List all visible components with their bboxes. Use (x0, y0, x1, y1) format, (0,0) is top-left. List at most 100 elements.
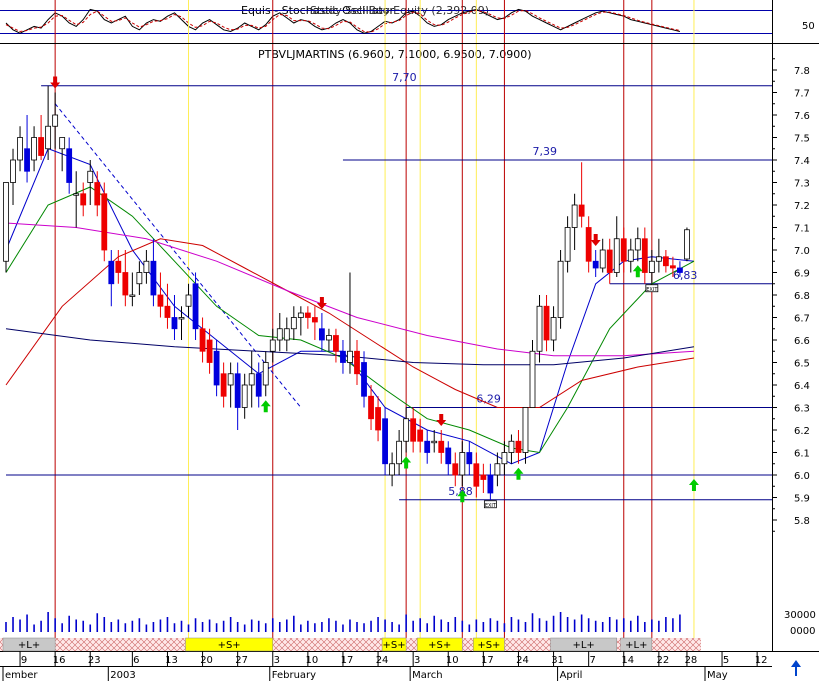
candle-body (59, 137, 66, 150)
month-label: ember (5, 670, 38, 681)
candle-body (227, 373, 234, 386)
candle-body (684, 229, 690, 260)
candle-body (108, 260, 115, 285)
candle-body (431, 440, 438, 444)
candle-body (389, 463, 396, 476)
candle-body (606, 249, 613, 273)
candle-body (508, 440, 515, 453)
price-tick-label: 6.9 (794, 269, 810, 280)
candle-body (592, 260, 599, 269)
candle-body (522, 407, 529, 453)
price-tick-label: 6.5 (794, 359, 810, 370)
trade-band-label: +S+ (218, 640, 241, 651)
month-label: April (560, 670, 583, 681)
price-tick-label: 5.8 (794, 516, 810, 527)
candle-body (178, 317, 185, 320)
date-tick-label: 22 (656, 655, 669, 666)
candle-body (662, 256, 669, 267)
candle-body (199, 328, 206, 352)
exit-marker-label: EXIT (646, 287, 658, 293)
candle-body (290, 317, 297, 330)
date-tick-label: 16 (53, 655, 66, 666)
candle-body (494, 463, 501, 476)
candle-body (220, 373, 227, 397)
candle (557, 250, 564, 329)
date-tick-label: 13 (165, 655, 178, 666)
trade-band-label: +L+ (625, 640, 647, 651)
volume-tick-label: 30000 (784, 610, 816, 621)
candle-body (80, 193, 87, 206)
volume-tick-label: 0000 (790, 626, 815, 637)
stock-chart: Equis - Stochastic Oscillator Study Sell… (0, 0, 819, 681)
candle (101, 182, 108, 262)
trade-band-label: +L+ (572, 640, 594, 651)
candle-body (487, 474, 494, 494)
candle-body (368, 395, 374, 420)
candle-body (557, 260, 564, 318)
price-tick-label: 7.4 (794, 156, 810, 167)
month-label: February (272, 670, 316, 681)
price-tick-label: 6.3 (794, 404, 810, 415)
candle-body (304, 312, 311, 318)
candle-body (473, 463, 480, 487)
date-tick-label: 24 (516, 655, 529, 666)
date-tick-label: 28 (685, 655, 698, 666)
candle-body (143, 260, 150, 273)
candle-body (382, 418, 388, 465)
chart-svg: Equis - Stochastic Oscillator Study Sell… (0, 0, 819, 681)
date-tick-label: 7 (589, 655, 595, 666)
candle-body (403, 418, 410, 442)
level-label: 7,70 (392, 71, 417, 84)
candle-body (311, 317, 318, 323)
date-tick-label: 27 (235, 655, 248, 666)
date-tick-label: 5 (723, 655, 729, 666)
candle-body (564, 227, 571, 262)
candle-body (424, 440, 431, 453)
candle-body (115, 260, 122, 273)
candle-body (585, 227, 592, 262)
candle-body (536, 305, 543, 352)
candle-body (94, 182, 101, 206)
price-title: PTBVLJMARTINS (6.9600, 7.1000, 6.9500, 7… (258, 48, 532, 61)
date-tick-label: 12 (755, 655, 768, 666)
candle-body (459, 452, 466, 476)
candle-body (276, 328, 283, 341)
date-tick-label: 14 (621, 655, 634, 666)
candle-body (410, 418, 417, 442)
candle-body (613, 238, 620, 273)
trade-band-label: +S+ (477, 640, 500, 651)
candle-body (192, 283, 199, 330)
price-tick-label: 7.5 (794, 134, 810, 145)
candle-body (620, 238, 627, 262)
price-tick-label: 7.3 (794, 179, 810, 190)
candle-body (655, 256, 662, 262)
trade-band-label: +S+ (383, 640, 406, 651)
price-tick-label: 6.0 (794, 471, 810, 482)
price-tick-label: 6.2 (794, 426, 810, 437)
date-tick-label: 17 (481, 655, 494, 666)
candle-body (375, 407, 381, 431)
candle-body (157, 294, 164, 307)
candle-body (66, 148, 73, 183)
date-tick-label: 31 (551, 655, 564, 666)
candle-body (417, 429, 424, 442)
candle-body (73, 193, 80, 196)
candle-body (627, 249, 634, 262)
trade-bands: +L+ +S+ +S+ +S+ +S+ +L+ +L+ (0, 637, 701, 652)
date-tick-label: 6 (133, 655, 139, 666)
candle-body (10, 159, 16, 183)
price-tick-label: 7.6 (794, 111, 810, 122)
candle-body (262, 362, 269, 386)
price-tick-label: 7.8 (794, 66, 810, 77)
candle-body (234, 373, 241, 408)
trade-band-label: +L+ (18, 640, 40, 651)
date-tick-label: 20 (200, 655, 213, 666)
candle-body (24, 148, 30, 172)
candle-body (297, 312, 304, 318)
candle-body (283, 328, 290, 341)
candle-body (578, 204, 585, 217)
candle-body (641, 238, 648, 273)
date-tick-label: 23 (88, 655, 101, 666)
exit-marker-label: EXIT (485, 503, 497, 509)
price-tick-label: 5.9 (794, 494, 810, 505)
